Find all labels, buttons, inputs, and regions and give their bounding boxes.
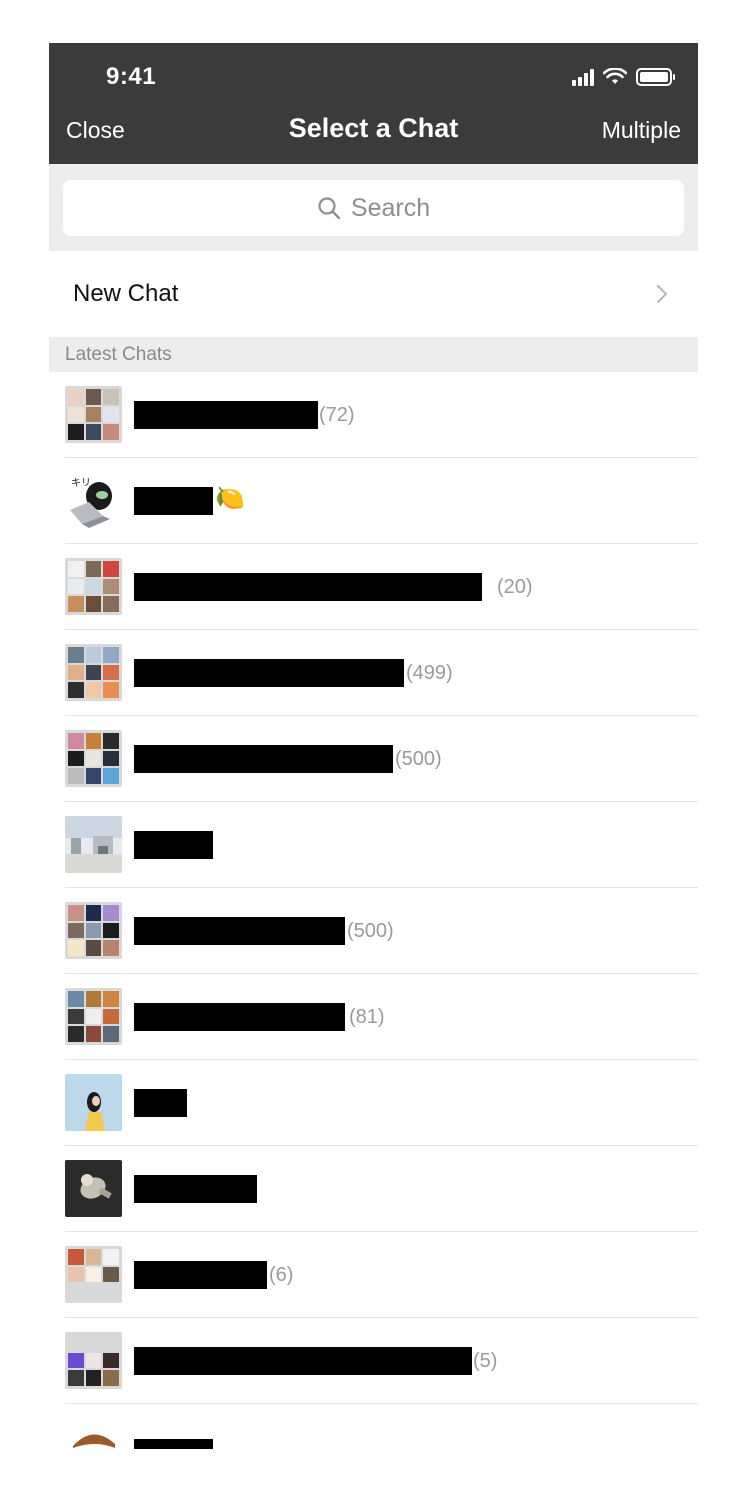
chat-name-redacted	[134, 745, 393, 773]
chat-name-redacted	[134, 831, 213, 859]
contact-avatar	[65, 1418, 122, 1449]
status-icons	[572, 67, 675, 87]
multiple-select-button[interactable]: Multiple	[602, 117, 681, 144]
chat-name-redacted	[134, 917, 345, 945]
chat-name-redacted	[134, 1175, 257, 1203]
page-title: Select a Chat	[288, 113, 459, 143]
phone-screen: 9:41 Close Select a Chat Multiple Search	[49, 43, 698, 1449]
new-chat-label: New Chat	[73, 280, 179, 307]
chat-row[interactable]: (72)	[49, 372, 698, 458]
chat-row[interactable]: (500)	[49, 888, 698, 974]
chevron-right-icon	[656, 284, 668, 304]
group-avatar	[65, 1246, 122, 1303]
chat-name-redacted	[134, 659, 404, 687]
chat-row[interactable]: (500)	[49, 716, 698, 802]
chat-row[interactable]	[49, 802, 698, 888]
chat-row[interactable]: キリ 🍋	[49, 458, 698, 544]
search-icon	[318, 197, 341, 220]
section-header-latest-chats: Latest Chats	[49, 337, 698, 372]
member-count: (20)	[497, 576, 533, 598]
chat-name-redacted	[134, 487, 213, 515]
group-avatar	[65, 1332, 122, 1389]
group-avatar	[65, 558, 122, 615]
member-count: (72)	[319, 404, 355, 426]
contact-avatar: キリ	[65, 472, 122, 529]
group-avatar	[65, 644, 122, 701]
member-count: (500)	[395, 748, 442, 770]
chat-name-redacted	[134, 573, 482, 601]
member-count: (499)	[406, 662, 453, 684]
member-count: (81)	[349, 1006, 385, 1028]
chat-row[interactable]: (20)	[49, 544, 698, 630]
member-count: (500)	[347, 920, 394, 942]
chat-row[interactable]: (499)	[49, 630, 698, 716]
member-count: (5)	[473, 1350, 498, 1372]
status-time: 9:41	[106, 63, 157, 90]
chat-row[interactable]	[49, 1060, 698, 1146]
chat-name-redacted	[134, 1439, 213, 1449]
chat-row[interactable]: (5)	[49, 1318, 698, 1404]
search-placeholder: Search	[350, 193, 431, 222]
chat-name-redacted	[134, 401, 318, 429]
chat-name-redacted	[134, 1261, 267, 1289]
search-bar: Search	[49, 164, 698, 251]
cellular-signal-icon	[572, 68, 594, 86]
chat-name-redacted	[134, 1089, 187, 1117]
chat-name-redacted	[134, 1347, 472, 1375]
contact-avatar	[65, 1160, 122, 1217]
chat-row[interactable]	[49, 1146, 698, 1232]
new-chat-row[interactable]: New Chat	[49, 251, 698, 337]
chat-name-redacted	[134, 1003, 345, 1031]
chat-row[interactable]	[49, 1404, 698, 1449]
contact-avatar	[65, 1074, 122, 1131]
wifi-icon	[603, 68, 627, 84]
navigation-header: 9:41 Close Select a Chat Multiple	[49, 43, 698, 164]
group-avatar	[65, 988, 122, 1045]
search-input[interactable]: Search	[63, 180, 684, 236]
group-avatar	[65, 816, 122, 873]
member-count: (6)	[269, 1264, 294, 1286]
battery-icon	[636, 68, 675, 86]
chat-row[interactable]: (6)	[49, 1232, 698, 1318]
group-avatar	[65, 386, 122, 443]
chat-row[interactable]: (81)	[49, 974, 698, 1060]
lemon-emoji: 🍋	[215, 485, 245, 512]
chat-list: (72) キリ 🍋 (20) (499) (500) (500) (81) (6…	[49, 372, 698, 1449]
group-avatar	[65, 730, 122, 787]
group-avatar	[65, 902, 122, 959]
svg-text:キリ: キリ	[71, 478, 91, 489]
